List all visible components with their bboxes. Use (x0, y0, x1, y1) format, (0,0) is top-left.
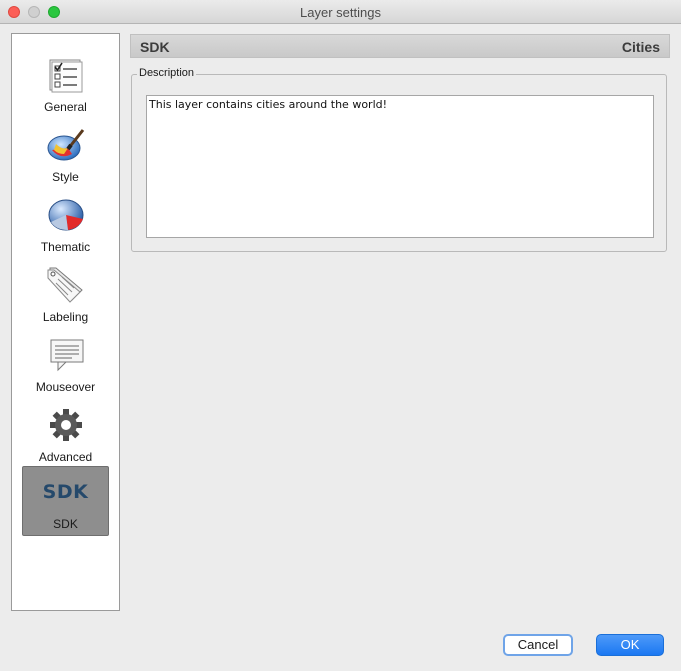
sidebar-item-mouseover[interactable]: Mouseover (22, 330, 109, 400)
sidebar-item-label: Thematic (40, 240, 91, 254)
section-title: SDK (140, 39, 170, 55)
sidebar-item-labeling[interactable]: Labeling (22, 260, 109, 330)
description-legend: Description (137, 67, 197, 79)
window-title: Layer settings (300, 5, 381, 20)
gear-icon (49, 409, 82, 441)
layer-name: Cities (621, 39, 660, 55)
title-bar: Layer settings (0, 0, 681, 24)
sidebar-item-thematic[interactable]: Thematic (22, 190, 109, 260)
cancel-button[interactable]: Cancel (503, 634, 573, 656)
sdk-icon: SDK (42, 481, 89, 503)
description-group: Description This layer contains cities a… (131, 67, 667, 252)
sidebar-item-label: SDK (53, 517, 78, 531)
sidebar-item-general[interactable]: General (22, 50, 109, 120)
sidebar-item-label: Labeling (42, 310, 89, 324)
checklist-icon (49, 59, 82, 93)
settings-sidebar: General Style Thematic Labeling Mouseove… (11, 33, 120, 611)
section-header: SDK Cities (130, 34, 670, 58)
tooltip-note-icon (50, 339, 83, 372)
sidebar-item-label: Mouseover (35, 380, 96, 394)
sidebar-item-label: General (44, 100, 87, 114)
sidebar-item-advanced[interactable]: Advanced (22, 400, 109, 470)
thematic-sphere-icon (48, 199, 83, 231)
label-tag-icon (47, 267, 83, 303)
sidebar-item-style[interactable]: Style (22, 120, 109, 190)
sidebar-item-sdk[interactable]: SDK SDK (22, 466, 109, 536)
sidebar-item-label: Style (52, 170, 79, 184)
ok-button[interactable]: OK (596, 634, 664, 656)
sidebar-item-label: Advanced (38, 450, 93, 464)
paint-globe-icon (47, 129, 84, 161)
description-textarea[interactable]: This layer contains cities around the wo… (146, 95, 654, 238)
